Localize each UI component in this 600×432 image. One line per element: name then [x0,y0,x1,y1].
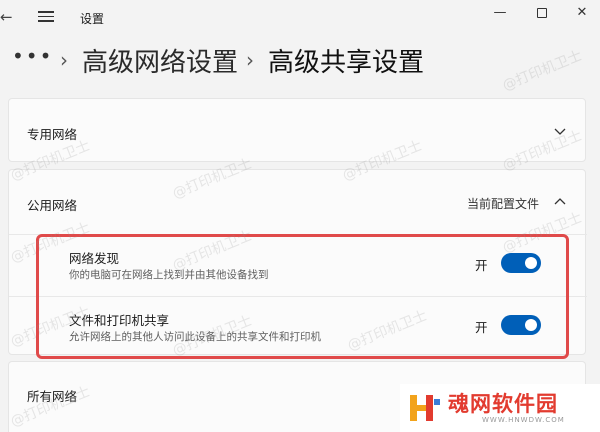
logo-mark-icon [410,395,440,421]
breadcrumb-more-icon[interactable]: ••• [12,44,52,68]
logo-url: WWW.HNWDW.COM [482,416,565,424]
site-logo: 魂网软件园 WWW.HNWDW.COM [400,384,600,432]
title-bar: ← 设置 — ✕ [0,0,600,34]
breadcrumb-parent-link[interactable]: 高级网络设置 [82,42,238,79]
hamburger-menu-icon[interactable] [38,9,54,23]
private-network-label: 专用网络 [27,127,78,142]
private-network-section[interactable]: 专用网络 [8,98,586,162]
all-networks-label: 所有网络 [27,389,78,404]
highlight-box [36,234,569,359]
current-profile-label: 当前配置文件 [466,197,539,211]
maximize-icon[interactable] [528,4,556,22]
page-title: 高级共享设置 [268,47,425,78]
minimize-icon[interactable]: — [486,4,514,22]
back-arrow-icon[interactable]: ← [0,8,18,26]
logo-text: 魂网软件园 [448,392,558,416]
chevron-right-icon: › [246,48,255,72]
chevron-up-icon[interactable] [553,195,567,209]
window-title: 设置 [80,12,105,26]
close-icon[interactable]: ✕ [568,4,596,22]
watermark: @打印机卫士 [500,47,585,95]
chevron-right-icon: › [60,48,68,72]
chevron-down-icon[interactable] [553,124,567,138]
breadcrumb: ••• › 高级网络设置 › 高级共享设置 [12,40,424,80]
public-network-label: 公用网络 [27,198,78,213]
